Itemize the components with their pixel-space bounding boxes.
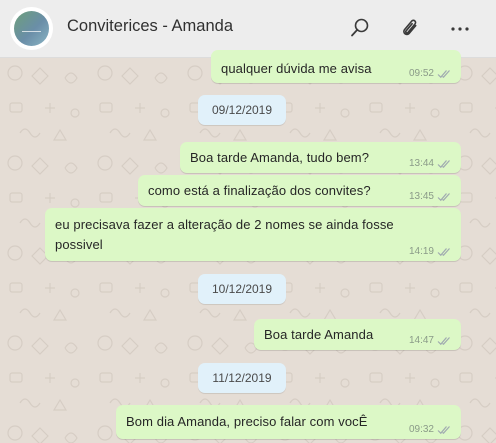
message-meta: 13:45 — [409, 191, 452, 202]
message-text: eu precisava fazer a alteração de 2 nome… — [55, 217, 394, 252]
message-time: 13:44 — [408, 158, 434, 169]
message-bubble[interactable]: eu precisava fazer a alteração de 2 nome… — [45, 208, 461, 261]
message-meta: 09:32 — [409, 424, 452, 435]
message-text: Boa tarde Amanda — [264, 327, 374, 342]
contact-name[interactable]: Conviterices - Amanda — [67, 17, 233, 36]
search-icon — [351, 18, 369, 37]
more-options-icon — [451, 27, 469, 31]
date-label: 10/12/2019 — [211, 282, 273, 296]
chat-window: Conviterices - Amanda qualquer dúvida me… — [0, 0, 496, 443]
date-label: 09/12/2019 — [211, 103, 273, 117]
date-separator: 10/12/2019 — [198, 274, 286, 304]
message-time: 09:52 — [408, 68, 434, 79]
message-meta: 09:52 — [409, 68, 452, 79]
message-text: Bom dia Amanda, preciso falar com vocÊ — [126, 414, 368, 429]
message-time: 13:45 — [408, 191, 434, 202]
message-text: qualquer dúvida me avisa — [221, 61, 372, 76]
search-button[interactable] — [345, 13, 375, 43]
double-check-icon — [437, 336, 450, 345]
double-check-icon — [437, 425, 450, 434]
date-label: 11/12/2019 — [212, 371, 272, 385]
avatar-logo-line — [22, 31, 41, 32]
double-check-icon — [437, 192, 450, 201]
message-meta: 14:19 — [409, 246, 452, 257]
message-bubble[interactable]: Boa tarde Amanda, tudo bem? 13:44 — [180, 142, 461, 173]
message-bubble[interactable]: qualquer dúvida me avisa 09:52 — [211, 50, 461, 83]
avatar-image — [14, 11, 49, 46]
message-meta: 14:47 — [409, 335, 452, 346]
message-time: 14:19 — [408, 246, 434, 257]
message-text: como está a finalização dos convites? — [148, 183, 371, 198]
message-time: 14:47 — [408, 335, 434, 346]
contact-avatar[interactable] — [10, 7, 53, 50]
attach-button[interactable] — [395, 13, 425, 43]
double-check-icon — [437, 69, 450, 78]
message-bubble[interactable]: como está a finalização dos convites? 13… — [138, 175, 461, 206]
message-bubble[interactable]: Bom dia Amanda, preciso falar com vocÊ 0… — [116, 405, 461, 439]
date-separator: 09/12/2019 — [198, 95, 286, 125]
date-separator: 11/12/2019 — [198, 363, 286, 393]
double-check-icon — [437, 159, 450, 168]
paperclip-icon — [403, 19, 417, 36]
message-time: 09:32 — [408, 424, 434, 435]
message-text: Boa tarde Amanda, tudo bem? — [190, 150, 370, 165]
message-meta: 13:44 — [409, 158, 452, 169]
menu-button[interactable] — [445, 13, 475, 43]
double-check-icon — [437, 247, 450, 256]
message-bubble[interactable]: Boa tarde Amanda 14:47 — [254, 319, 461, 350]
